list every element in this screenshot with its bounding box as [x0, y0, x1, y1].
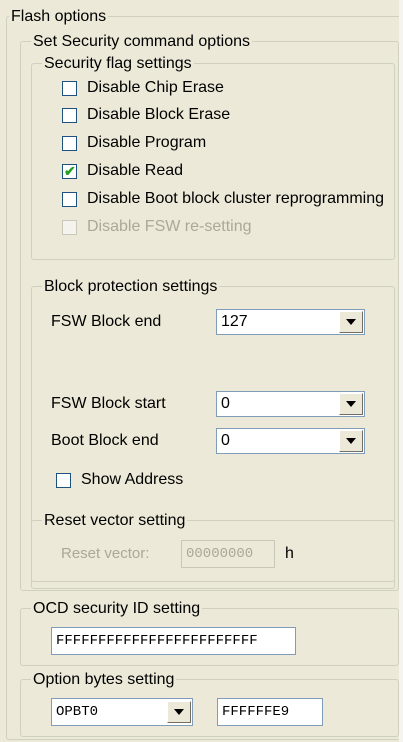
chevron-down-icon — [346, 438, 356, 444]
fsw-block-start-value: 0 — [221, 395, 230, 412]
chevron-down-icon — [346, 401, 356, 407]
disable-boot-block-cluster-checkbox[interactable]: Disable Boot block cluster reprogramming — [62, 188, 384, 210]
checkbox-box[interactable] — [62, 135, 77, 151]
dropdown-button[interactable] — [167, 701, 191, 723]
option-bytes-title: Option bytes setting — [31, 671, 177, 689]
ocd-security-title: OCD security ID setting — [31, 600, 203, 618]
disable-read-checkbox[interactable]: ✔ Disable Read — [62, 160, 183, 182]
checkbox-box[interactable] — [56, 472, 71, 488]
checkbox-box[interactable] — [62, 191, 77, 207]
checkbox-label: Disable Read — [87, 162, 184, 179]
reset-vector-input: 00000000 — [181, 540, 275, 568]
option-bytes-value-input[interactable]: FFFFFFE9 — [217, 698, 323, 726]
fsw-block-end-label: FSW Block end — [51, 313, 162, 330]
disable-chip-erase-checkbox[interactable]: Disable Chip Erase — [62, 77, 224, 99]
chevron-down-icon — [346, 319, 356, 325]
show-address-checkbox[interactable]: Show Address — [56, 469, 183, 491]
checkbox-label: Disable Block Erase — [87, 106, 231, 123]
checkbox-box[interactable] — [62, 107, 77, 123]
boot-block-end-select[interactable]: 0 — [216, 428, 365, 454]
fsw-block-end-value: 127 — [221, 313, 248, 330]
dropdown-button[interactable] — [339, 393, 363, 415]
checkbox-box[interactable]: ✔ — [62, 162, 77, 179]
boot-block-end-value: 0 — [221, 432, 230, 449]
chevron-down-icon — [174, 709, 184, 715]
checkbox-label: Disable Program — [87, 134, 207, 151]
dropdown-button[interactable] — [339, 311, 363, 333]
disable-fsw-resetting-checkbox: Disable FSW re-setting — [62, 216, 252, 238]
set-security-title: Set Security command options — [31, 33, 252, 51]
checkbox-label: Disable Chip Erase — [87, 79, 224, 96]
reset-vector-unit: h — [285, 545, 294, 562]
ocd-security-id-input[interactable]: FFFFFFFFFFFFFFFFFFFFFFFF — [51, 627, 296, 655]
security-flags-title: Security flag settings — [42, 55, 194, 73]
checkbox-label: Disable FSW re-setting — [87, 218, 252, 235]
fsw-block-start-select[interactable]: 0 — [216, 391, 365, 417]
reset-vector-title: Reset vector setting — [42, 512, 188, 530]
option-bytes-select[interactable]: OPBT0 — [51, 698, 193, 726]
disable-program-checkbox[interactable]: Disable Program — [62, 132, 206, 154]
dropdown-button[interactable] — [339, 430, 363, 452]
checkbox-box[interactable] — [62, 80, 77, 96]
reset-vector-label: Reset vector: — [61, 545, 150, 562]
checkbox-label: Show Address — [81, 471, 184, 488]
fsw-block-start-label: FSW Block start — [51, 395, 166, 412]
panel-edge — [399, 0, 403, 742]
option-bytes-selected: OPBT0 — [56, 704, 99, 720]
flash-options-title: Flash options — [9, 8, 109, 26]
check-mark-icon: ✔ — [64, 162, 76, 179]
checkbox-box — [62, 219, 77, 235]
boot-block-end-label: Boot Block end — [51, 432, 159, 449]
checkbox-label: Disable Boot block cluster reprogramming — [87, 190, 385, 207]
disable-block-erase-checkbox[interactable]: Disable Block Erase — [62, 104, 230, 126]
block-protection-title: Block protection settings — [42, 278, 220, 296]
fsw-block-end-select[interactable]: 127 — [216, 309, 365, 335]
